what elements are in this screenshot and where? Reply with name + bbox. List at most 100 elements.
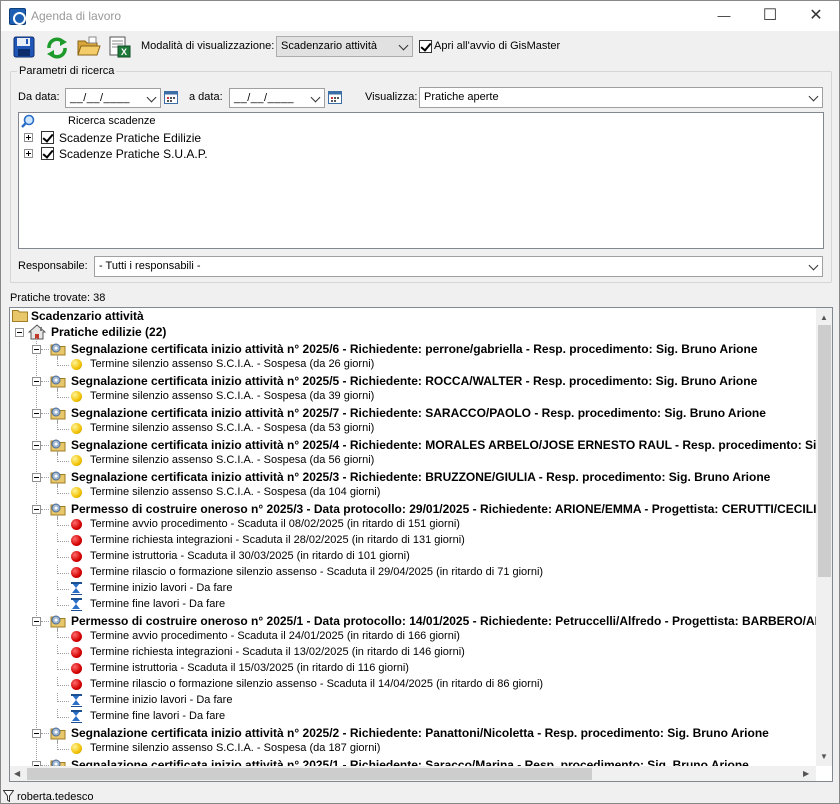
save-button[interactable]	[13, 36, 37, 60]
gear-folder-icon	[50, 439, 66, 452]
results-root-label[interactable]: Scadenzario attività	[31, 309, 144, 323]
deadline-row[interactable]: Termine silenzio assenso S.C.I.A. - Sosp…	[10, 741, 816, 757]
category-label[interactable]: Pratiche edilizie (22)	[51, 325, 166, 339]
collapse-practice-button[interactable]	[32, 505, 41, 514]
practice-row[interactable]: Segnalazione certificata inizio attività…	[10, 341, 816, 359]
deadline-row[interactable]: Termine istruttoria - Scaduta il 30/03/2…	[10, 549, 816, 565]
practice-label: Segnalazione certificata inizio attività…	[71, 342, 758, 356]
tree-connector-line	[57, 573, 69, 574]
to-calendar-button[interactable]	[328, 90, 342, 104]
deadline-row[interactable]: Termine rilascio o formazione silenzio a…	[10, 565, 816, 581]
practice-row[interactable]: Segnalazione certificata inizio attività…	[10, 373, 816, 391]
responsible-value: - Tutti i responsabili -	[99, 260, 201, 272]
practice-row[interactable]: Segnalazione certificata inizio attività…	[10, 469, 816, 487]
minimize-button[interactable]: —	[701, 1, 747, 31]
suspended-status-icon	[71, 391, 82, 402]
from-date-picker[interactable]: __/__/____	[65, 88, 161, 108]
magnifier-icon	[21, 114, 35, 128]
deadline-row[interactable]: Termine richiesta integrazioni - Scaduta…	[10, 645, 816, 661]
to-date-picker[interactable]: __/__/____	[229, 88, 325, 108]
house-icon	[28, 324, 46, 340]
collapse-practice-button[interactable]	[32, 473, 41, 482]
suap-checkbox[interactable]	[41, 147, 54, 160]
deadline-row[interactable]: Termine avvio procedimento - Scaduta il …	[10, 517, 816, 533]
from-calendar-button[interactable]	[164, 90, 178, 104]
gear-folder-icon	[50, 343, 66, 356]
svg-text:X: X	[121, 47, 127, 57]
results-tree[interactable]: Scadenzario attività Pratiche edilizie (…	[9, 307, 833, 782]
export-excel-button[interactable]: X	[109, 36, 133, 60]
deadline-row[interactable]: Termine fine lavori - Da fare	[10, 597, 816, 613]
practice-row[interactable]: Segnalazione certificata inizio attività…	[10, 725, 816, 743]
results-count: Pratiche trovate: 38	[10, 292, 106, 304]
horizontal-scroll-thumb[interactable]	[27, 768, 592, 780]
deadline-row[interactable]: Termine silenzio assenso S.C.I.A. - Sosp…	[10, 357, 816, 373]
gear-folder-icon	[50, 615, 66, 628]
deadline-row[interactable]: Termine silenzio assenso S.C.I.A. - Sosp…	[10, 421, 816, 437]
open-folder-button[interactable]	[77, 36, 101, 60]
expand-edilizie-button[interactable]	[24, 133, 33, 142]
deadline-row[interactable]: Termine inizio lavori - Da fare	[10, 693, 816, 709]
edilizie-checkbox[interactable]	[41, 131, 54, 144]
vertical-scrollbar[interactable]: ▲ ▼	[816, 308, 832, 766]
deadline-label: Termine rilascio o formazione silenzio a…	[90, 566, 544, 578]
practice-row[interactable]: Segnalazione certificata inizio attività…	[10, 757, 816, 766]
practice-row[interactable]: Permesso di costruire oneroso n° 2025/3 …	[10, 501, 816, 519]
tree-connector-line	[41, 477, 49, 478]
gear-folder-icon	[50, 727, 66, 740]
deadline-row[interactable]: Termine istruttoria - Scaduta il 15/03/2…	[10, 661, 816, 677]
maximize-button[interactable]: ☐	[747, 1, 793, 31]
tree-connector-line	[41, 413, 49, 414]
search-tree-root[interactable]: Ricerca scadenze	[68, 115, 155, 127]
tree-item-edilizie[interactable]: Scadenze Pratiche Edilizie	[59, 131, 201, 145]
deadline-row[interactable]: Termine inizio lavori - Da fare	[10, 581, 816, 597]
open-at-start-checkbox[interactable]	[419, 40, 432, 53]
results-tree-content: Scadenzario attività Pratiche edilizie (…	[10, 308, 816, 766]
practice-row[interactable]: Permesso di costruire oneroso n° 2025/1 …	[10, 613, 816, 631]
scroll-right-icon[interactable]: ▶	[803, 769, 809, 778]
deadline-label: Termine inizio lavori - Da fare	[90, 694, 233, 706]
display-mode-select[interactable]: Scadenzario attività	[276, 36, 413, 57]
practice-label: Segnalazione certificata inizio attività…	[71, 406, 766, 420]
view-select[interactable]: Pratiche aperte	[419, 87, 823, 108]
horizontal-scrollbar[interactable]: ◀ ▶	[10, 766, 816, 781]
responsible-select[interactable]: - Tutti i responsabili -	[94, 256, 823, 277]
deadline-row[interactable]: Termine avvio procedimento - Scaduta il …	[10, 629, 816, 645]
from-date-value: __/__/____	[70, 92, 131, 104]
collapse-practice-button[interactable]	[32, 345, 41, 354]
refresh-button[interactable]	[45, 36, 69, 60]
hourglass-top-bar	[71, 598, 82, 600]
close-button[interactable]: ✕	[793, 1, 839, 31]
practice-row[interactable]: Segnalazione certificata inizio attività…	[10, 437, 816, 455]
chevron-down-icon	[311, 93, 321, 103]
collapse-category-button[interactable]	[15, 328, 24, 337]
chevron-down-icon	[147, 93, 157, 103]
scroll-down-icon[interactable]: ▼	[820, 752, 828, 761]
deadline-row[interactable]: Termine silenzio assenso S.C.I.A. - Sosp…	[10, 389, 816, 405]
hourglass-top-bar	[71, 694, 82, 696]
suspended-status-icon	[71, 487, 82, 498]
tree-connector-line	[57, 701, 69, 702]
deadline-row[interactable]: Termine silenzio assenso S.C.I.A. - Sosp…	[10, 485, 816, 501]
hourglass-icon	[71, 582, 82, 595]
expand-suap-button[interactable]	[24, 149, 33, 158]
deadline-row[interactable]: Termine silenzio assenso S.C.I.A. - Sosp…	[10, 453, 816, 469]
collapse-practice-button[interactable]	[32, 441, 41, 450]
tree-item-suap[interactable]: Scadenze Pratiche S.U.A.P.	[59, 147, 208, 161]
tree-connector-line	[57, 493, 69, 494]
collapse-practice-button[interactable]	[32, 617, 41, 626]
deadline-row[interactable]: Termine richiesta integrazioni - Scaduta…	[10, 533, 816, 549]
scroll-left-icon[interactable]: ◀	[14, 769, 20, 778]
collapse-practice-button[interactable]	[32, 409, 41, 418]
deadline-row[interactable]: Termine fine lavori - Da fare	[10, 709, 816, 725]
responsible-label: Responsabile:	[18, 260, 88, 272]
folder-icon	[12, 310, 28, 322]
collapse-practice-button[interactable]	[32, 729, 41, 738]
deadline-label: Termine richiesta integrazioni - Scaduta…	[90, 646, 465, 658]
vertical-scroll-thumb[interactable]	[818, 325, 831, 577]
deadline-row[interactable]: Termine rilascio o formazione silenzio a…	[10, 677, 816, 693]
scroll-up-icon[interactable]: ▲	[820, 313, 828, 322]
practice-row[interactable]: Segnalazione certificata inizio attività…	[10, 405, 816, 423]
gear-folder-icon	[50, 503, 66, 516]
collapse-practice-button[interactable]	[32, 377, 41, 386]
